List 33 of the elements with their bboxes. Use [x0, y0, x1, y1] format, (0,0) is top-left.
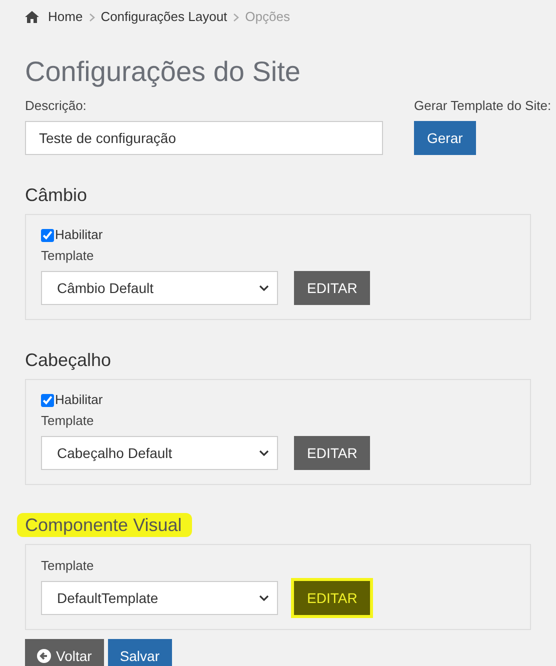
section-title: Componente Visual: [17, 513, 192, 537]
back-arrow-icon: [37, 649, 51, 663]
template-label: Template: [41, 557, 94, 576]
page-title: Configurações do Site: [25, 55, 302, 89]
template-select[interactable]: Câmbio Default: [41, 271, 278, 305]
edit-button[interactable]: EDITAR: [294, 581, 370, 615]
chevron-icon: [88, 12, 95, 22]
enable-checkbox[interactable]: [41, 228, 54, 242]
generate-button[interactable]: Gerar: [414, 121, 476, 155]
generate-label: Gerar Template do Site:: [414, 97, 552, 116]
section-title: Câmbio: [25, 184, 88, 207]
template-label: Template: [41, 247, 94, 266]
chevron-icon: [233, 12, 240, 22]
chevron-down-icon: [259, 285, 269, 291]
description-label: Descrição:: [25, 97, 86, 116]
edit-button[interactable]: EDITAR: [294, 271, 370, 305]
chevron-down-icon: [259, 595, 269, 601]
enable-label: Habilitar: [55, 226, 103, 244]
edit-button[interactable]: EDITAR: [294, 436, 370, 470]
home-icon: [25, 11, 39, 23]
enable-label: Habilitar: [55, 391, 103, 410]
breadcrumb-link[interactable]: Configurações Layout: [100, 7, 228, 27]
breadcrumb-current: Opções: [245, 8, 290, 26]
breadcrumb-link[interactable]: Home: [48, 7, 83, 27]
back-button[interactable]: Voltar: [25, 639, 104, 666]
description-field[interactable]: Teste de configuração: [25, 121, 383, 155]
enable-checkbox[interactable]: [41, 394, 54, 406]
template-select[interactable]: DefaultTemplate: [41, 581, 278, 615]
template-label: Template: [41, 412, 94, 430]
template-select[interactable]: Cabeçalho Default: [41, 436, 278, 470]
chevron-down-icon: [259, 450, 269, 456]
section-title: Cabeçalho: [25, 349, 112, 372]
save-button[interactable]: Salvar: [108, 639, 172, 666]
